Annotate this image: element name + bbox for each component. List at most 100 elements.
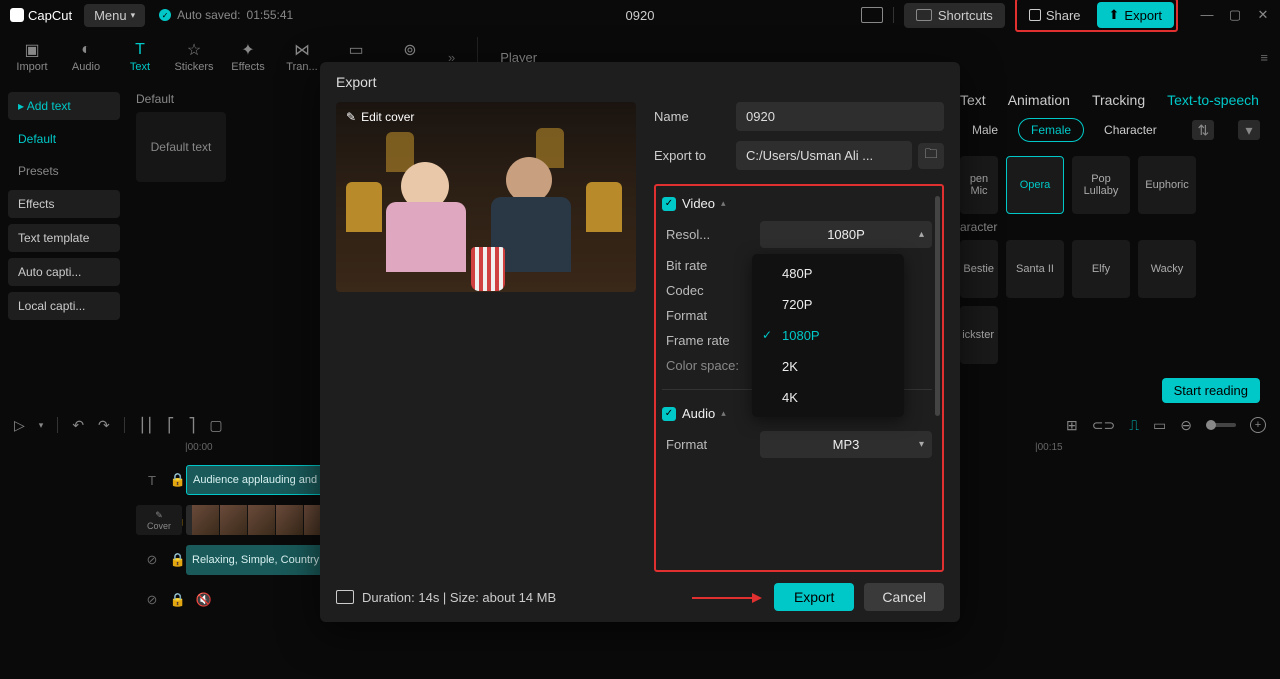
voice-card[interactable]: Santa II xyxy=(1006,240,1064,298)
voice-card[interactable]: Elfy xyxy=(1072,240,1130,298)
res-option-4k[interactable]: 4K xyxy=(752,382,904,413)
menu-button[interactable]: Menu▾ xyxy=(84,4,145,27)
voice-card-opera[interactable]: Opera xyxy=(1006,156,1064,214)
res-option-480p[interactable]: 480P xyxy=(752,258,904,289)
tab-text[interactable]: TText xyxy=(120,42,160,73)
tab-audio[interactable]: ◐Audio xyxy=(66,42,106,73)
dialog-export-button[interactable]: Export xyxy=(774,583,854,611)
voice-card[interactable]: ickster xyxy=(960,306,998,364)
tab-import[interactable]: ▣Import xyxy=(12,42,52,73)
scrollbar[interactable] xyxy=(935,196,940,416)
default-text-card[interactable]: Default text xyxy=(136,112,226,182)
dialog-cancel-button[interactable]: Cancel xyxy=(864,583,944,611)
split-icon[interactable]: ⎮⎮ xyxy=(139,417,154,434)
filter-icon: ▭ xyxy=(346,42,366,58)
sidebar-default[interactable]: Default xyxy=(8,126,120,152)
resolution-dropdown[interactable]: 1080P ▴ xyxy=(760,221,932,248)
share-icon xyxy=(1029,9,1041,21)
pencil-icon xyxy=(346,110,356,124)
lock-icon[interactable]: 🔒 xyxy=(170,592,186,608)
pill-female[interactable]: Female xyxy=(1018,118,1084,142)
effects-icon: ✦ xyxy=(238,42,258,58)
right-tab-text[interactable]: Text xyxy=(960,92,986,108)
aspect-ratio-icon[interactable] xyxy=(861,7,883,23)
video-section-header[interactable]: ✓ Video ▴ xyxy=(662,196,932,211)
video-checkbox[interactable]: ✓ xyxy=(662,197,676,211)
audio-format-dropdown[interactable]: MP3 ▾ xyxy=(760,431,932,458)
sidebar-auto-captions[interactable]: Auto capti... xyxy=(8,258,120,286)
export-button-top[interactable]: ⬆ Export xyxy=(1097,2,1174,28)
trim-left-icon[interactable]: ⎡ xyxy=(167,417,174,434)
lock-icon[interactable]: 🔒 xyxy=(170,552,186,568)
zoom-in-icon[interactable]: + xyxy=(1250,417,1266,433)
right-tab-tts[interactable]: Text-to-speech xyxy=(1167,92,1259,108)
trim-right-icon[interactable]: ⎤ xyxy=(188,417,195,434)
mute-icon[interactable]: 🔇 xyxy=(196,592,212,608)
voice-card[interactable]: Bestie xyxy=(960,240,998,298)
app-name: CapCut xyxy=(28,8,72,23)
voice-card[interactable]: Euphoric xyxy=(1138,156,1196,214)
disable-icon[interactable]: ⊘ xyxy=(144,552,160,568)
right-tab-animation[interactable]: Animation xyxy=(1008,92,1070,108)
right-tab-tracking[interactable]: Tracking xyxy=(1092,92,1145,108)
player-menu-icon[interactable]: ≡ xyxy=(1260,50,1268,65)
tl-tool-2-icon[interactable]: ⊂⊃ xyxy=(1092,417,1115,434)
audio-checkbox[interactable]: ✓ xyxy=(662,407,676,421)
browse-folder-button[interactable]: 🗀 xyxy=(918,143,944,169)
sidebar-effects[interactable]: Effects xyxy=(8,190,120,218)
tl-tool-1-icon[interactable]: ⊞ xyxy=(1066,417,1078,434)
audio-clip[interactable]: Relaxing, Simple, Country xyxy=(186,545,334,575)
folder-icon: 🗀 xyxy=(924,145,937,167)
tab-effects[interactable]: ✦Effects xyxy=(228,42,268,73)
pill-character[interactable]: Character xyxy=(1092,119,1169,141)
res-option-720p[interactable]: 720P xyxy=(752,289,904,320)
redo-icon[interactable]: ↷ xyxy=(98,417,110,434)
transition-icon: ⋈ xyxy=(292,42,312,58)
share-export-highlight: Share ⬆ Export xyxy=(1015,0,1178,32)
zoom-slider[interactable] xyxy=(1206,423,1236,427)
zoom-out-icon[interactable]: ⊖ xyxy=(1180,417,1192,434)
start-reading-button[interactable]: Start reading xyxy=(1162,378,1260,403)
dropdown-icon[interactable]: ▾ xyxy=(1238,120,1260,140)
name-input[interactable] xyxy=(736,102,944,131)
text-clip[interactable]: Audience applauding and xyxy=(186,465,336,495)
voice-card[interactable]: Pop Lullaby xyxy=(1072,156,1130,214)
video-clip[interactable] xyxy=(186,505,334,535)
tab-transition[interactable]: ⋈Tran... xyxy=(282,42,322,73)
stickers-icon: ☆ xyxy=(184,42,204,58)
window-minimize[interactable]: — xyxy=(1200,7,1214,23)
sidebar-presets[interactable]: Presets xyxy=(8,158,120,184)
add-text-button[interactable]: ▸ Add text xyxy=(8,92,120,120)
tool-dropdown-icon[interactable]: ▾ xyxy=(39,420,44,431)
voice-card[interactable]: pen Mic xyxy=(960,156,998,214)
window-close[interactable]: ✕ xyxy=(1256,7,1270,23)
window-maximize[interactable]: ▢ xyxy=(1228,7,1242,23)
bitrate-label: Bit rate xyxy=(666,258,748,273)
shortcuts-button[interactable]: Shortcuts xyxy=(904,3,1005,28)
voice-card[interactable]: Wacky xyxy=(1138,240,1196,298)
sort-icon[interactable]: ⇅ xyxy=(1192,120,1214,140)
pill-male[interactable]: Male xyxy=(960,119,1010,141)
res-option-2k[interactable]: 2K xyxy=(752,351,904,382)
sidebar-text-template[interactable]: Text template xyxy=(8,224,120,252)
share-button[interactable]: Share xyxy=(1019,2,1091,28)
undo-icon[interactable]: ↶ xyxy=(72,417,84,434)
tl-tool-3-icon[interactable]: ⎍ xyxy=(1129,417,1139,434)
film-icon xyxy=(336,590,354,604)
tl-tool-4-icon[interactable]: ▭ xyxy=(1153,417,1166,434)
export-dialog: Export Edit cover xyxy=(320,62,960,622)
delete-icon[interactable]: ▢ xyxy=(209,417,222,434)
divider xyxy=(893,7,894,23)
cover-preview[interactable]: Edit cover xyxy=(336,102,636,292)
keyboard-icon xyxy=(916,9,932,21)
disable-icon[interactable]: ⊘ xyxy=(144,592,160,608)
sidebar-local-captions[interactable]: Local capti... xyxy=(8,292,120,320)
selection-tool-icon[interactable]: ▷ xyxy=(14,417,25,434)
check-icon: ✓ xyxy=(159,9,171,21)
lock-icon[interactable]: 🔒 xyxy=(170,472,186,488)
tab-stickers[interactable]: ☆Stickers xyxy=(174,42,214,73)
cover-button[interactable]: ✎Cover xyxy=(136,505,182,535)
edit-cover-button[interactable]: Edit cover xyxy=(346,110,414,124)
colorspace-label: Color space: xyxy=(666,358,739,373)
res-option-1080p[interactable]: 1080P xyxy=(752,320,904,351)
